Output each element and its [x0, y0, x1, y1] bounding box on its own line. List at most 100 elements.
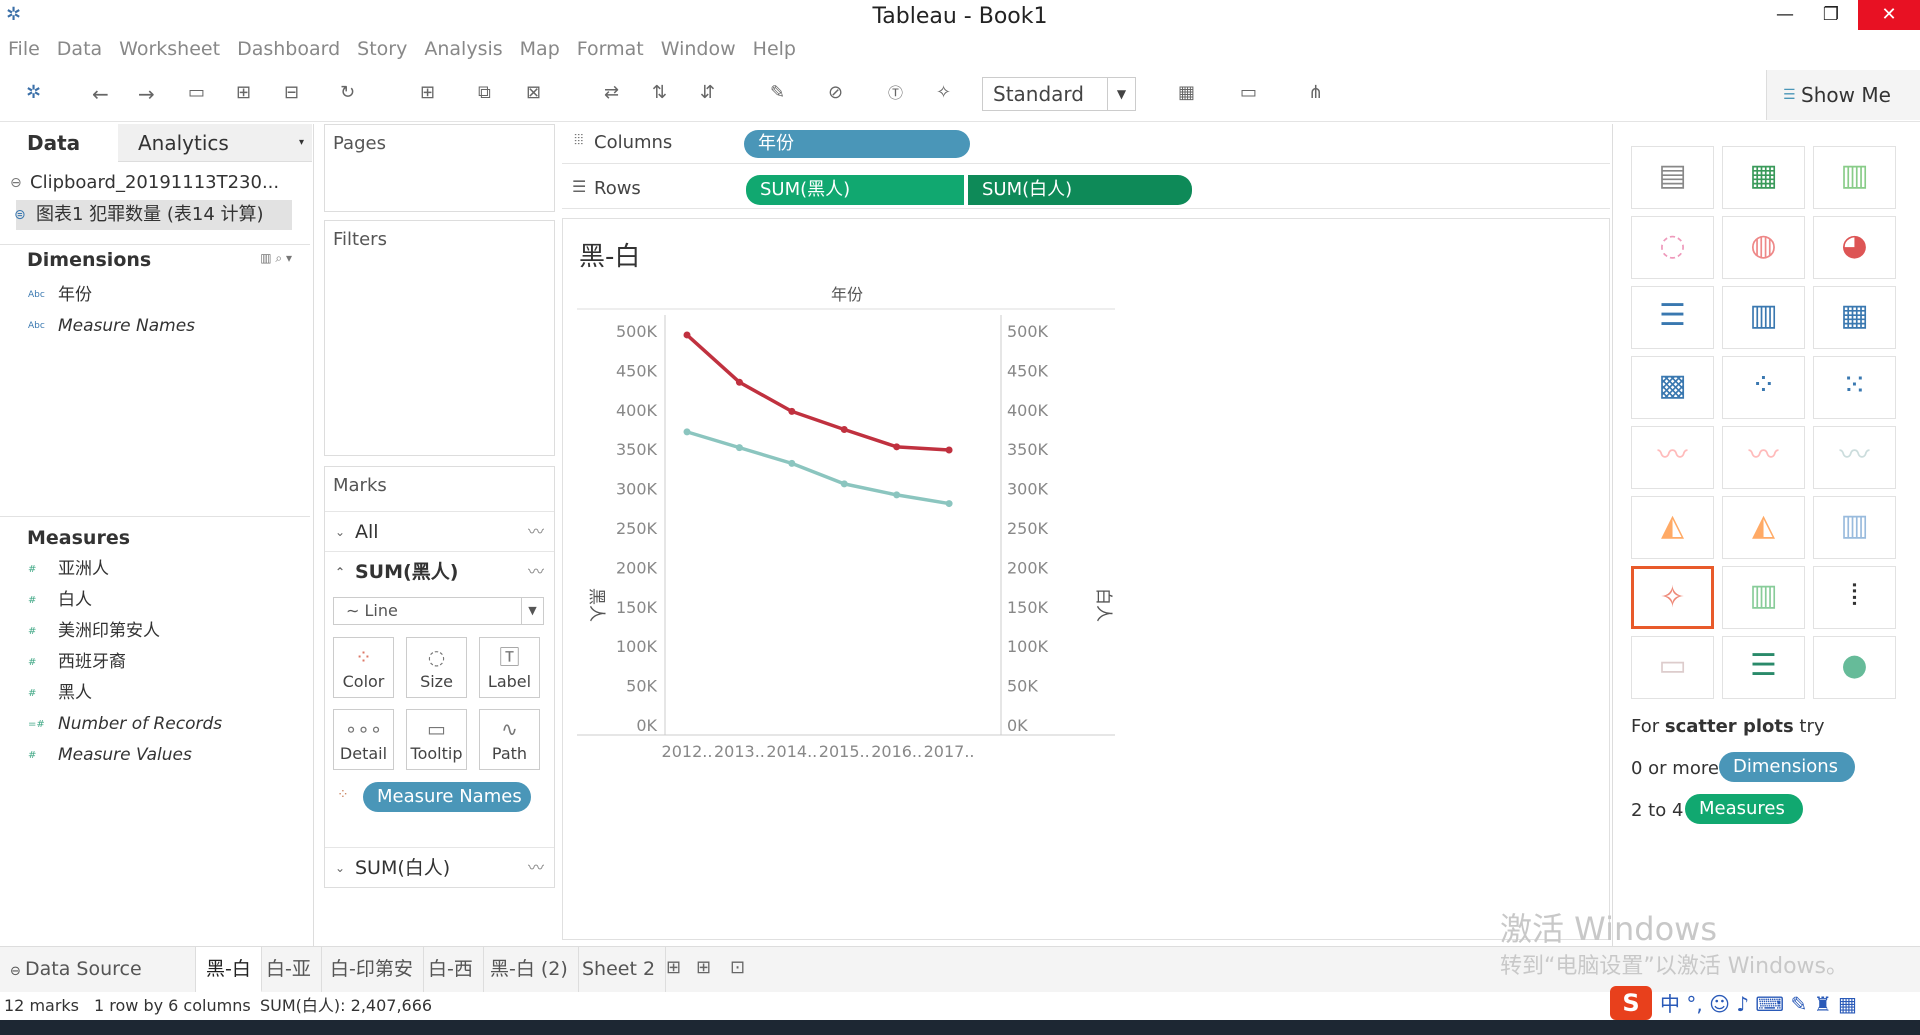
- marks-all-row[interactable]: ⌄ All 〰: [325, 511, 554, 551]
- show-cards-icon[interactable]: ▦: [1178, 82, 1195, 103]
- datasource-item-active[interactable]: ⊜ 图表1 犯罪数量 (表14 计算): [14, 200, 292, 230]
- showme-lines-discrete-thumbnail[interactable]: 〰: [1722, 426, 1805, 489]
- tab-sheet-5[interactable]: 黑-白 (2): [480, 947, 579, 993]
- color-button[interactable]: ⁘ Color: [333, 637, 394, 698]
- new-worksheet-icon[interactable]: ⊞: [420, 82, 435, 103]
- showme-pie-chart-thumbnail[interactable]: ◕: [1813, 216, 1896, 279]
- rows-shelf[interactable]: ☰ Rows SUM(黑人) SUM(白人): [562, 171, 1610, 209]
- new-dashboard-icon[interactable]: ⊞: [696, 957, 711, 978]
- tab-analytics[interactable]: Analytics ▾: [118, 124, 312, 162]
- showme-side-by-side-circles-thumbnail[interactable]: ⁙: [1813, 356, 1896, 419]
- showme-packed-bubbles-thumbnail[interactable]: ●: [1813, 636, 1896, 699]
- showme-filled-map-thumbnail[interactable]: ◍: [1722, 216, 1805, 279]
- showme-stacked-bars-thumbnail[interactable]: ▥: [1722, 286, 1805, 349]
- ime-logo-icon[interactable]: S: [1610, 986, 1652, 1020]
- share-icon[interactable]: ⋔: [1308, 82, 1323, 103]
- refresh-icon[interactable]: ↻: [340, 82, 355, 103]
- duplicate-sheet-icon[interactable]: ⧉: [478, 82, 491, 103]
- tab-data[interactable]: Data: [0, 124, 118, 162]
- showme-dual-combination-thumbnail[interactable]: ▥: [1813, 496, 1896, 559]
- swap-rows-columns-icon[interactable]: ⇄: [604, 82, 619, 103]
- maximize-button[interactable]: ❐: [1808, 0, 1854, 30]
- fit-dropdown[interactable]: Standard ▼: [982, 77, 1136, 111]
- showme-histogram-thumbnail[interactable]: ▥: [1722, 566, 1805, 629]
- showme-treemap-thumbnail[interactable]: ▩: [1631, 356, 1714, 419]
- pause-updates-icon[interactable]: ⊟: [284, 82, 299, 103]
- clear-sheet-icon[interactable]: ⊠: [526, 82, 541, 103]
- showme-symbol-map-thumbnail[interactable]: ◌: [1631, 216, 1714, 279]
- sort-descending-icon[interactable]: ⇵: [700, 82, 715, 103]
- measure-names-pill[interactable]: Measure Names: [363, 782, 531, 812]
- filters-card[interactable]: Filters: [324, 220, 555, 456]
- pages-card[interactable]: Pages: [324, 124, 555, 212]
- showme-area-discrete-thumbnail[interactable]: ◭: [1722, 496, 1805, 559]
- redo-icon[interactable]: →: [138, 82, 155, 106]
- group-members-icon[interactable]: ⊘: [828, 82, 843, 103]
- field-measure-names[interactable]: Abc Measure Names: [0, 311, 310, 342]
- field-native-american[interactable]: # 美洲印第安人: [0, 616, 310, 647]
- field-white[interactable]: # 白人: [0, 585, 310, 616]
- field-measure-values[interactable]: # Measure Values: [0, 740, 310, 771]
- showme-lines-continuous-thumbnail[interactable]: 〰: [1631, 426, 1714, 489]
- showme-horizontal-bars-thumbnail[interactable]: ☰: [1631, 286, 1714, 349]
- presentation-mode-icon[interactable]: ▭: [1240, 82, 1257, 103]
- menu-file[interactable]: File: [0, 34, 49, 60]
- new-worksheet-icon[interactable]: ⊞: [666, 957, 681, 978]
- label-button[interactable]: 🅃 Label: [479, 637, 540, 698]
- rows-pill-sum-black[interactable]: SUM(黑人): [746, 175, 964, 205]
- field-hispanic[interactable]: # 西班牙裔: [0, 647, 310, 678]
- tab-sheet-6[interactable]: Sheet 2: [572, 947, 667, 993]
- fix-axes-icon[interactable]: ✧: [936, 82, 951, 103]
- menu-window[interactable]: Window: [653, 34, 745, 60]
- save-icon[interactable]: ▭: [188, 82, 205, 103]
- mark-type-dropdown[interactable]: ∼ Line ▼: [333, 597, 544, 625]
- path-button[interactable]: ∿ Path: [479, 709, 540, 770]
- showme-area-continuous-thumbnail[interactable]: ◭: [1631, 496, 1714, 559]
- menu-story[interactable]: Story: [349, 34, 416, 60]
- ime-toolbar-icons[interactable]: 中 °, ☺ ♪ ⌨ ✎ ♜ ▦: [1660, 990, 1857, 1018]
- showme-heat-map-thumbnail[interactable]: ▦: [1722, 146, 1805, 209]
- tab-sheet-3[interactable]: 白-印第安: [320, 947, 424, 993]
- showme-text-table-thumbnail[interactable]: ▤: [1631, 146, 1714, 209]
- showme-bullet-graph-thumbnail[interactable]: ☰: [1722, 636, 1805, 699]
- columns-pill-year[interactable]: 年份: [744, 130, 970, 158]
- menu-dashboard[interactable]: Dashboard: [229, 34, 349, 60]
- field-number-of-records[interactable]: =# Number of Records: [0, 709, 310, 740]
- field-asian[interactable]: # 亚洲人: [0, 554, 310, 585]
- new-datasource-icon[interactable]: ⊞: [236, 82, 251, 103]
- tab-sheet-4[interactable]: 白-西: [418, 947, 484, 993]
- menu-worksheet[interactable]: Worksheet: [111, 34, 229, 60]
- rows-pill-sum-white[interactable]: SUM(白人): [968, 175, 1192, 205]
- menu-data[interactable]: Data: [49, 34, 111, 60]
- menu-format[interactable]: Format: [569, 34, 653, 60]
- undo-icon[interactable]: ←: [92, 82, 109, 106]
- marks-sum-black-row[interactable]: ⌃ SUM(黑人) 〰: [325, 551, 554, 591]
- showme-side-by-side-bars-thumbnail[interactable]: ▦: [1813, 286, 1896, 349]
- highlight-icon[interactable]: ✎: [770, 82, 785, 103]
- menu-analysis[interactable]: Analysis: [416, 34, 511, 60]
- minimize-button[interactable]: —: [1762, 0, 1808, 30]
- detail-button[interactable]: ∘∘∘ Detail: [333, 709, 394, 770]
- close-button[interactable]: ✕: [1858, 0, 1920, 30]
- showme-dual-lines-thumbnail[interactable]: 〰: [1813, 426, 1896, 489]
- new-story-icon[interactable]: ⊡: [730, 957, 745, 978]
- field-black[interactable]: # 黑人: [0, 678, 310, 709]
- tooltip-button[interactable]: ▭ Tooltip: [406, 709, 467, 770]
- tab-sheet-2[interactable]: 白-亚: [256, 947, 322, 993]
- show-mark-labels-icon[interactable]: Ⓣ: [888, 82, 903, 103]
- tableau-home-icon[interactable]: ✲: [26, 82, 41, 103]
- field-year[interactable]: Abc 年份: [0, 280, 310, 311]
- columns-shelf[interactable]: ⦙⦙⦙ Columns 年份: [562, 124, 1610, 164]
- menu-map[interactable]: Map: [512, 34, 569, 60]
- showme-scatter-plot-thumbnail[interactable]: ✧: [1631, 566, 1714, 629]
- data-source-tab[interactable]: ⊖ Data Source: [0, 947, 196, 993]
- datasource-item[interactable]: ⊖ Clipboard_20191113T230...: [0, 168, 310, 198]
- tab-sheet-1[interactable]: 黑-白: [196, 947, 262, 993]
- size-button[interactable]: ◌ Size: [406, 637, 467, 698]
- menu-help[interactable]: Help: [745, 34, 805, 60]
- showme-box-whisker-thumbnail[interactable]: ⦙: [1813, 566, 1896, 629]
- showme-highlight-table-thumbnail[interactable]: ▥: [1813, 146, 1896, 209]
- marks-sum-white-row[interactable]: ⌄ SUM(白人) 〰: [325, 847, 554, 887]
- search-icon[interactable]: ▥ ⌕ ▾: [260, 251, 292, 266]
- sort-ascending-icon[interactable]: ⇅: [652, 82, 667, 103]
